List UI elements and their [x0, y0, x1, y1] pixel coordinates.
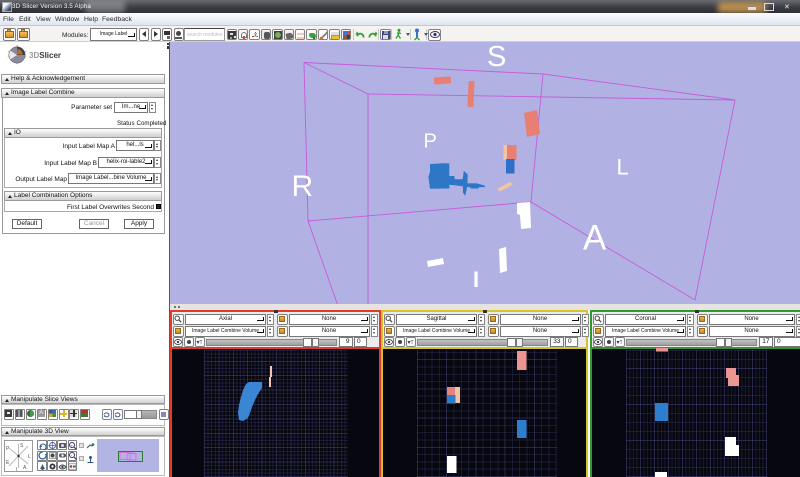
svg-text:A: A [23, 465, 27, 471]
svg-text:I: I [473, 267, 479, 292]
svg-text:R: R [292, 170, 314, 203]
svg-text:A: A [583, 219, 607, 258]
svg-text:I: I [16, 467, 17, 472]
svg-text:L: L [28, 454, 31, 460]
svg-text:-: - [71, 453, 73, 458]
svg-text:L: L [617, 155, 629, 180]
svg-text:P: P [424, 131, 437, 153]
svg-text:P: P [6, 446, 10, 452]
svg-text:S: S [20, 443, 24, 449]
svg-text:S: S [487, 42, 506, 73]
